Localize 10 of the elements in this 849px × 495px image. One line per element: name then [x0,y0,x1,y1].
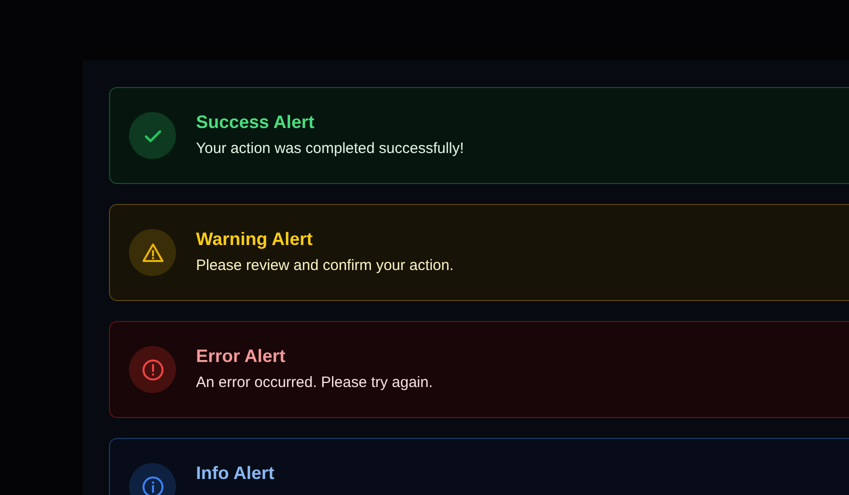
alert-message: Your action was completed successfully! [196,139,464,159]
alert-title: Warning Alert [196,228,314,251]
alert-title: Error Alert [196,345,286,368]
alert-title: Success Alert [196,111,316,134]
alert-title: Info Alert [196,462,274,484]
alert-message: Please review and confirm your action. [196,256,454,276]
info-icon [140,474,164,495]
warning-icon [140,240,164,264]
exclamation-icon [140,358,164,382]
alert-message: An error occurred. Please try again. [196,373,433,393]
